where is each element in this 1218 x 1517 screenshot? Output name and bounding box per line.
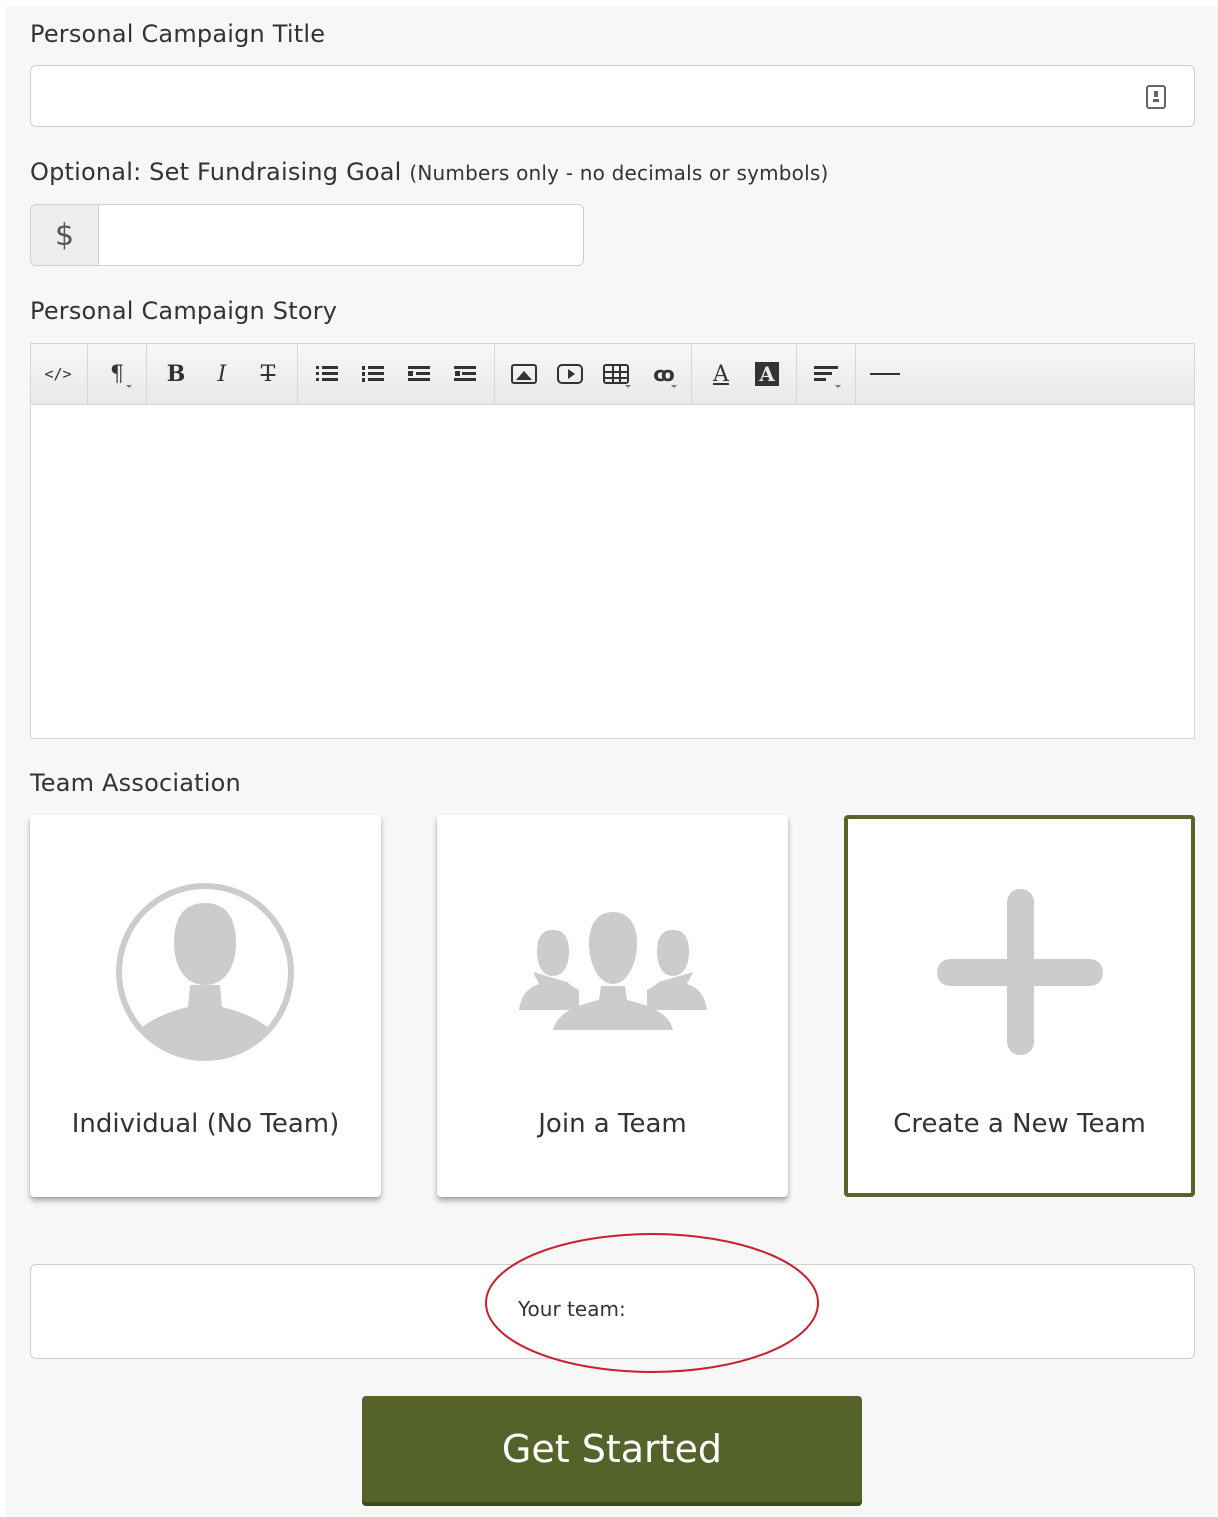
campaign-title-input[interactable] (30, 65, 1195, 127)
italic-button[interactable]: I (199, 354, 245, 394)
background-color-button[interactable]: A (744, 354, 790, 394)
unordered-list-icon (316, 366, 338, 382)
insert-video-button[interactable] (547, 354, 593, 394)
fundraising-goal-input[interactable] (99, 205, 583, 265)
insert-link-button[interactable]: co (639, 354, 685, 394)
fundraising-goal-input-group: $ (30, 204, 584, 266)
image-icon (511, 364, 537, 384)
font-color-icon: A (713, 361, 729, 387)
campaign-story-label: Personal Campaign Story (30, 297, 338, 325)
link-icon: co (653, 362, 675, 386)
team-option-join[interactable]: Join a Team (437, 815, 788, 1197)
ordered-list-icon (362, 366, 384, 382)
group-icon (519, 912, 707, 1030)
team-option-individual[interactable]: Individual (No Team) (30, 815, 381, 1197)
horizontal-rule-icon (870, 373, 900, 375)
field-autofill-icon[interactable] (1146, 85, 1166, 109)
indent-icon (454, 366, 476, 382)
fundraising-goal-label: Optional: Set Fundraising Goal (Numbers … (30, 158, 829, 186)
video-icon (557, 364, 583, 384)
outdent-icon (408, 366, 430, 382)
fundraising-goal-hint: (Numbers only - no decimals or symbols) (409, 161, 829, 185)
align-left-icon (814, 366, 838, 382)
align-button[interactable] (803, 354, 849, 394)
outdent-button[interactable] (396, 354, 442, 394)
annotation-circle (485, 1233, 819, 1373)
code-view-button[interactable]: </> (35, 354, 81, 394)
editor-toolbar: </> ¶ B I T co A A (31, 344, 1194, 405)
person-circle-icon (116, 883, 294, 1061)
campaign-title-label: Personal Campaign Title (30, 20, 326, 48)
team-option-label: Join a Team (538, 1109, 687, 1139)
plus-icon (937, 889, 1103, 1055)
editor-content-area[interactable] (31, 405, 1194, 739)
strikethrough-button[interactable]: T (245, 354, 291, 394)
fundraising-goal-label-text: Optional: Set Fundraising Goal (30, 158, 402, 186)
get-started-button[interactable]: Get Started (362, 1396, 862, 1502)
team-option-label: Individual (No Team) (71, 1109, 340, 1139)
paragraph-format-button[interactable]: ¶ (94, 354, 140, 394)
insert-image-button[interactable] (501, 354, 547, 394)
indent-button[interactable] (442, 354, 488, 394)
rich-text-editor: </> ¶ B I T co A A (30, 343, 1195, 739)
bold-button[interactable]: B (153, 354, 199, 394)
currency-addon: $ (31, 205, 99, 265)
background-color-icon: A (755, 362, 779, 386)
team-option-create[interactable]: Create a New Team (844, 815, 1195, 1197)
insert-table-button[interactable] (593, 354, 639, 394)
team-association-label: Team Association (30, 769, 241, 797)
ordered-list-button[interactable] (350, 354, 396, 394)
unordered-list-button[interactable] (304, 354, 350, 394)
horizontal-rule-button[interactable] (862, 354, 908, 394)
team-option-label: Create a New Team (893, 1109, 1146, 1139)
font-color-button[interactable]: A (698, 354, 744, 394)
table-icon (603, 364, 629, 384)
